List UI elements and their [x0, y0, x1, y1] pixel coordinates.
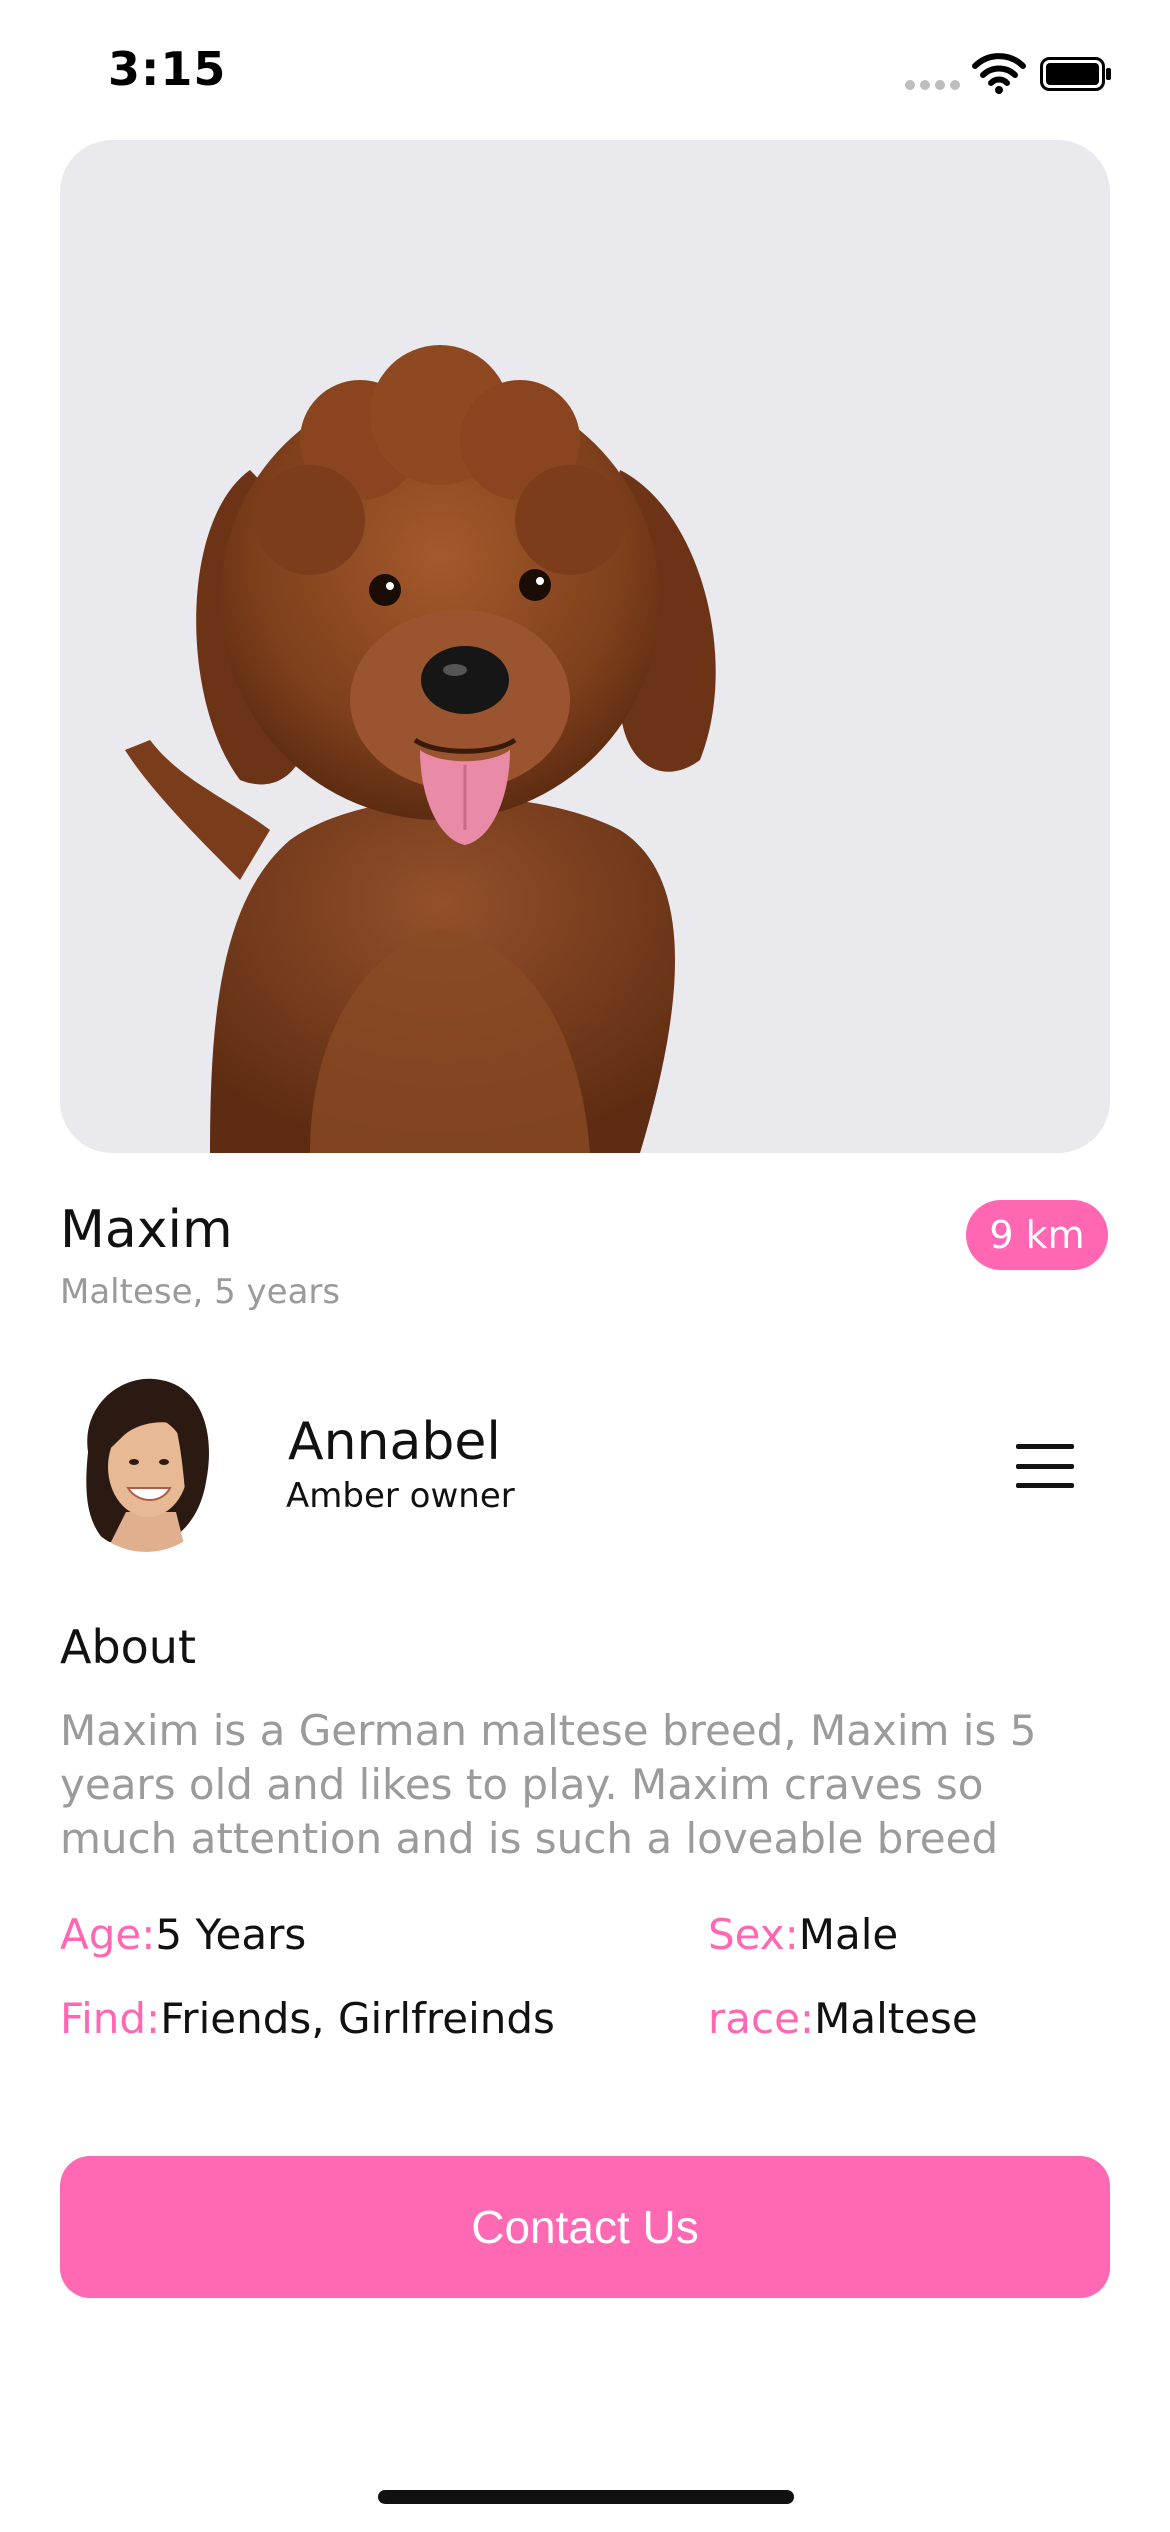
detail-sex-label: Sex: — [708, 1910, 799, 1959]
detail-race-label: race: — [708, 1994, 815, 2043]
pet-name: Maxim — [60, 1200, 233, 1260]
detail-age-value: 5 Years — [155, 1910, 307, 1959]
detail-sex-value: Male — [798, 1910, 899, 1959]
wifi-icon — [972, 53, 1026, 94]
about-heading: About — [60, 1620, 197, 1674]
pet-breed-age: Maltese, 5 years — [60, 1272, 341, 1312]
owner-avatar[interactable] — [66, 1372, 226, 1552]
home-indicator[interactable] — [378, 2490, 794, 2504]
detail-race-value: Maltese — [814, 1994, 978, 2043]
detail-find: Find:Friends, Girlfreinds — [60, 1994, 555, 2043]
distance-badge: 9 km — [966, 1200, 1108, 1270]
owner-avatar-illustration — [86, 1378, 209, 1552]
cellular-signal-icon — [905, 80, 961, 92]
menu-icon[interactable] — [1016, 1444, 1074, 1488]
owner-name: Annabel — [288, 1412, 501, 1472]
status-bar: 3:15 — [0, 0, 1170, 140]
detail-race: race:Maltese — [708, 1994, 978, 2043]
pet-photo — [60, 140, 1110, 1153]
detail-find-label: Find: — [60, 1994, 161, 2043]
detail-age-label: Age: — [60, 1910, 156, 1959]
contact-us-button[interactable]: Contact Us — [60, 2156, 1110, 2298]
status-time: 3:15 — [108, 42, 227, 96]
about-description: Maxim is a German maltese breed, Maxim i… — [60, 1706, 1037, 1863]
battery-icon — [1040, 57, 1111, 91]
owner-role: Amber owner — [286, 1476, 515, 1516]
detail-find-value: Friends, Girlfreinds — [160, 1994, 555, 2043]
dog-illustration — [125, 345, 716, 1153]
detail-sex: Sex:Male — [708, 1910, 898, 1959]
detail-age: Age:5 Years — [60, 1910, 306, 1959]
